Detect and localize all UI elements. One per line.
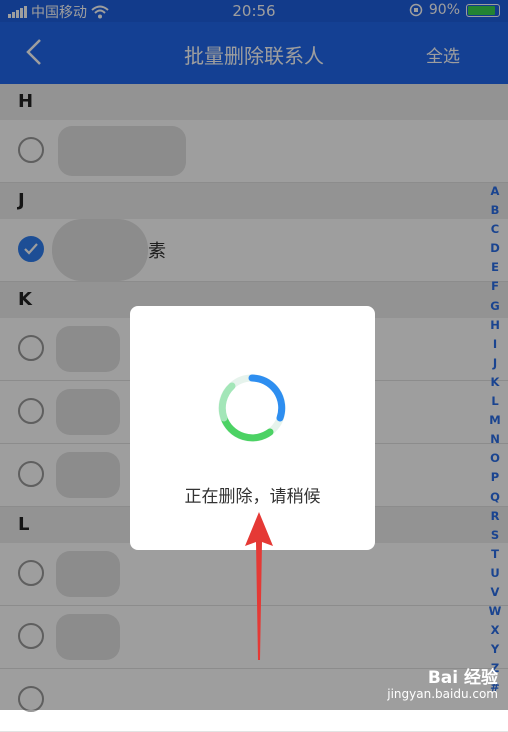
loading-spinner-icon: [218, 374, 286, 442]
watermark-url: jingyan.baidu.com: [387, 687, 498, 701]
dialog-message: 正在删除，请稍候: [184, 487, 321, 507]
watermark-brand: Bai 经验: [427, 668, 498, 688]
red-arrow-annotation: [245, 512, 273, 660]
watermark: Bai 经验 jingyan.baidu.com: [387, 670, 498, 702]
